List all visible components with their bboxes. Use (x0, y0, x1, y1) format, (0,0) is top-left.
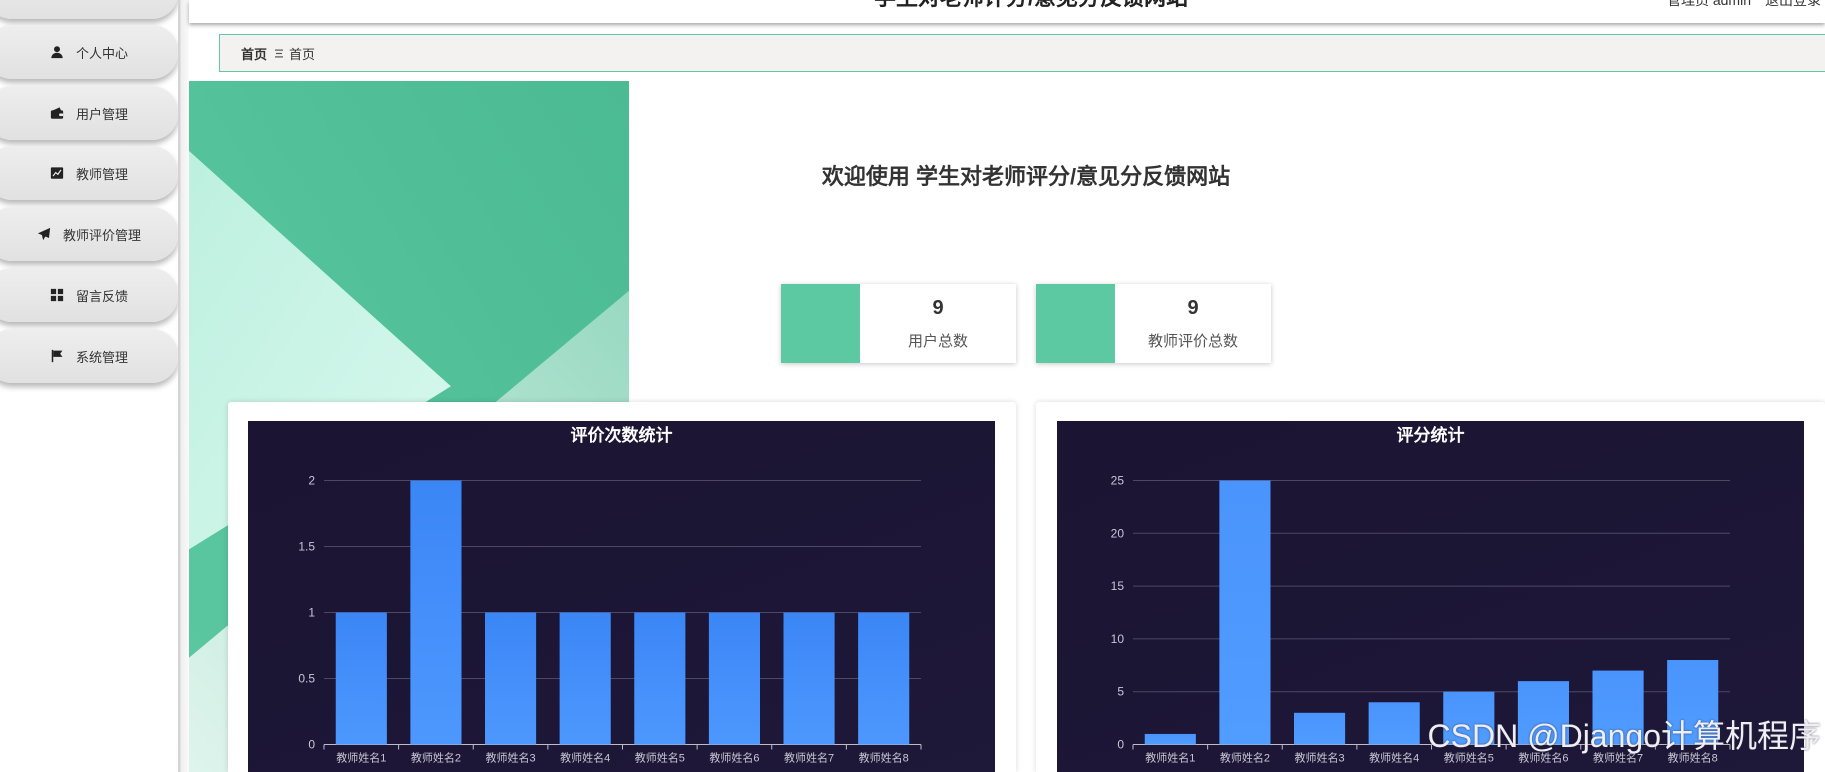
stat-label: 教师评价总数 (1147, 333, 1238, 350)
sidebar-item-label: 个人中心 (75, 45, 128, 61)
stat-body: 9 教师评价总数 (1115, 284, 1271, 363)
menu-icon (275, 49, 284, 58)
grid-icon (50, 288, 64, 302)
stat-body: 9 用户总数 (860, 284, 1016, 363)
chart-title: 评价次数统计 (571, 425, 673, 445)
bar (485, 612, 537, 745)
breadcrumb: 首页 首页 (219, 34, 1825, 72)
site-title: 学生对老师评分/意见分反馈网站 (874, 0, 1188, 10)
x-tick-label: 教师姓名1 (336, 751, 386, 765)
breadcrumb-current: 首页 (289, 46, 316, 62)
y-tick-label: 15 (1111, 579, 1125, 593)
sidebar-item-feedback[interactable]: 留言反馈 (0, 268, 178, 322)
x-tick-label: 教师姓名5 (635, 751, 685, 765)
wallet-icon (50, 106, 64, 120)
chart-canvas: 评价次数统计 0 0.5 1 1.5 2 教师姓名1 教师姓名2 教师姓名3 教师姓名4 教师姓名5… (248, 421, 995, 772)
sidebar: 个人中心 用户管理 教师管理 教师评价管理 留言反馈 系统管理 (0, 0, 178, 772)
stat-card-users: 9 用户总数 (781, 284, 1016, 363)
y-tick-label: 25 (1111, 474, 1125, 488)
logout-link[interactable]: 退出登录 (1765, 0, 1821, 8)
y-tick-label: 10 (1111, 632, 1125, 646)
stat-color-block (1036, 284, 1115, 363)
sidebar-item-partial[interactable] (0, 0, 178, 19)
watermark: CSDN @Django计算机程序 (1427, 718, 1821, 754)
chart-title: 评分统计 (1397, 425, 1465, 445)
bar (783, 612, 835, 745)
x-tick-label: 教师姓名2 (1220, 751, 1270, 765)
bar (335, 612, 387, 745)
user-label: 管理员 admin (1666, 0, 1751, 8)
y-tick-label: 2 (308, 474, 315, 488)
page: 个人中心 用户管理 教师管理 教师评价管理 留言反馈 系统管理 管理员 admi… (0, 0, 1825, 772)
bar (634, 612, 686, 745)
sidebar-item-teachers[interactable]: 教师管理 (0, 146, 178, 200)
sidebar-item-evaluations[interactable]: 教师评价管理 (0, 207, 178, 261)
user-icon (50, 45, 64, 59)
sidebar-item-system[interactable]: 系统管理 (0, 329, 178, 383)
bar (1219, 480, 1271, 745)
sidebar-item-users[interactable]: 用户管理 (0, 86, 178, 140)
stat-label: 用户总数 (907, 333, 968, 350)
y-tick-label: 1 (308, 606, 315, 620)
sidebar-item-label: 用户管理 (75, 106, 128, 122)
chart-card-evaluation-count: 评价次数统计 0 0.5 1 1.5 2 教师姓名1 教师姓名2 教师姓名3 教师姓名4 教师姓名5… (228, 402, 1016, 772)
y-tick-label: 0.5 (298, 672, 315, 686)
bar (1294, 712, 1346, 745)
sidebar-item-label: 系统管理 (75, 349, 128, 365)
breadcrumb-home-link[interactable]: 首页 (241, 44, 267, 63)
welcome-heading: 欢迎使用 学生对老师评分/意见分反馈网站 (821, 164, 1231, 189)
y-tick-label: 0 (308, 738, 315, 752)
x-tick-label: 教师姓名6 (709, 751, 759, 765)
x-tick-label: 教师姓名3 (1295, 751, 1345, 765)
bar (858, 612, 910, 745)
stat-value: 9 (932, 297, 944, 319)
x-tick-label: 教师姓名1 (1145, 751, 1195, 765)
sidebar-item-label: 留言反馈 (75, 288, 128, 304)
evaluation-count-chart: 评价次数统计 0 0.5 1 1.5 2 教师姓名1 教师姓名2 教师姓名3 教师姓名4 教师姓名5… (298, 425, 922, 765)
area-chart-icon (50, 166, 64, 180)
x-tick-label: 教师姓名3 (486, 751, 536, 765)
stat-card-evaluations: 9 教师评价总数 (1036, 284, 1271, 363)
bar (708, 612, 760, 745)
bar (410, 480, 462, 745)
sidebar-item-profile[interactable]: 个人中心 (0, 25, 178, 79)
x-tick-label: 教师姓名2 (411, 751, 461, 765)
flag-icon (50, 349, 64, 363)
y-tick-label: 5 (1117, 685, 1124, 699)
stat-value: 9 (1187, 297, 1199, 319)
x-tick-label: 教师姓名4 (560, 751, 610, 765)
x-tick-label: 教师姓名7 (784, 751, 834, 765)
y-tick-label: 0 (1117, 738, 1124, 752)
sidebar-item-label: 教师管理 (75, 166, 128, 182)
top-bar: 学生对老师评分/意见分反馈网站 管理员 admin 退出登录 (189, 0, 1825, 23)
sidebar-item-label: 教师评价管理 (62, 227, 141, 243)
x-tick-label: 教师姓名8 (859, 751, 909, 765)
bar (1368, 702, 1420, 745)
user-area: 管理员 admin 退出登录 (1667, 0, 1821, 9)
stat-color-block (781, 284, 860, 363)
paper-plane-icon (37, 227, 51, 241)
bar (1144, 733, 1196, 745)
x-tick-label: 教师姓名4 (1369, 751, 1419, 765)
bar (559, 612, 611, 745)
sidebar-divider (178, 0, 189, 772)
y-tick-label: 20 (1111, 526, 1125, 540)
y-tick-label: 1.5 (298, 540, 315, 554)
